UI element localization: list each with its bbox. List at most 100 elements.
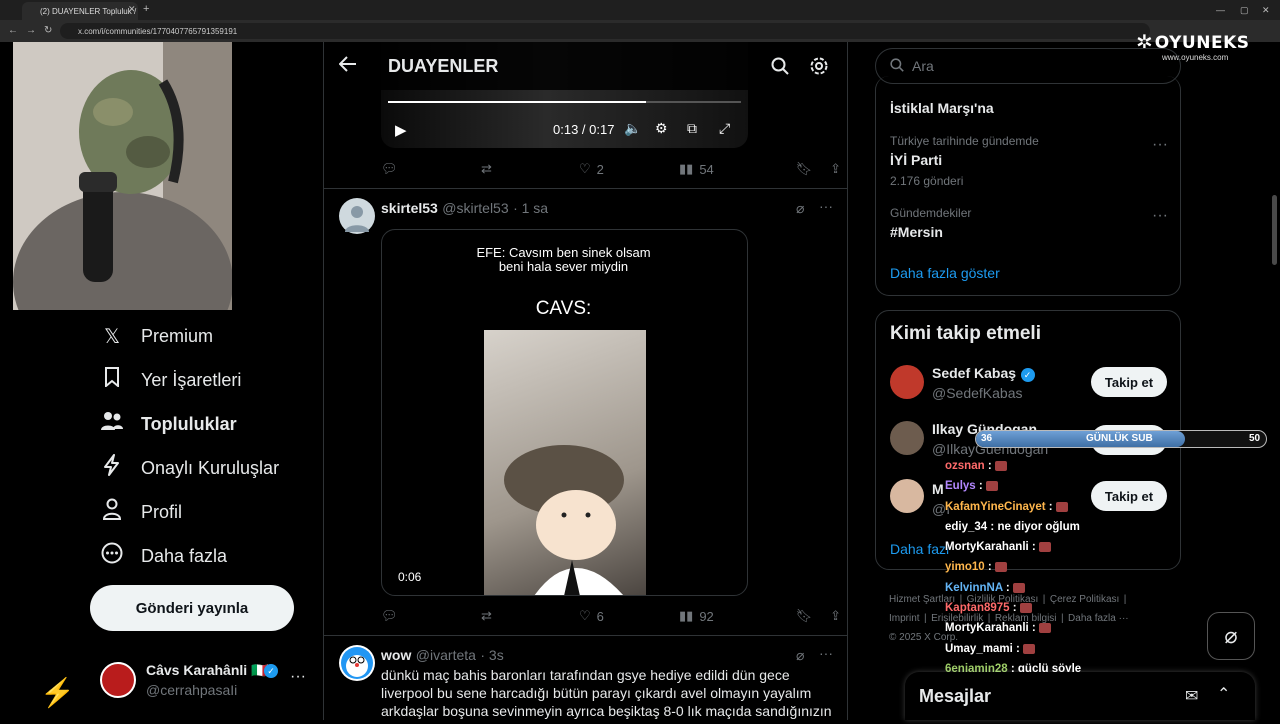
video-progress-track[interactable] [388,101,741,103]
post2-avatar[interactable] [339,198,375,234]
url-field[interactable]: x.com/i/communities/1770407765791359191 [60,23,1150,39]
trend-item[interactable]: Gündemdekiler #Mersin [890,206,971,240]
trend-item[interactable]: İstiklal Marşı'na [890,96,994,116]
nav-profile[interactable]: Profil [100,497,182,527]
user-name: M [932,481,944,497]
search-icon[interactable] [771,57,789,80]
chat-separator: : [987,520,998,533]
user-avatar[interactable] [890,479,924,513]
post2-author-handle[interactable]: @skirtel53 [442,200,508,216]
post-menu-icon[interactable]: ··· [819,198,833,214]
follow-button[interactable]: Takip et [1091,367,1167,397]
trend-menu-icon[interactable]: ··· [1152,207,1168,225]
bookmark-icon[interactable]: 🔖︎ [796,161,813,177]
grok-icon[interactable]: ⌀ [796,200,804,217]
post-menu-icon[interactable]: ··· [819,645,833,661]
post3-time[interactable]: · 3s [480,647,503,663]
browser-tab-bar [0,0,1280,20]
page-scrollbar-thumb[interactable] [1272,195,1277,265]
repost-icon: ⇄ [481,608,492,623]
user-avatar[interactable] [890,421,924,455]
chat-separator: : [1002,581,1013,594]
post2-action-bar: 💬︎ ⇄ ♡ 6 ▮▮ 92 🔖︎ ⇪ [381,608,841,624]
chat-separator: : [984,460,995,472]
account-menu-icon[interactable]: ··· [290,668,306,686]
chat-username: ediy_34 [945,520,988,533]
views-button[interactable]: ▮▮ 54 [679,161,779,177]
browser-tab[interactable]: (2) DUAYENLER Topluluk / X [22,2,138,20]
new-message-icon[interactable]: ✉ [1185,686,1198,706]
repost-icon: ⇄ [481,161,492,176]
messages-drawer[interactable]: Mesajlar ✉ ⌃ [905,672,1255,720]
grok-fab[interactable]: ⌀ [1207,612,1255,660]
video-duration: 0:06 [398,570,422,584]
trend-item[interactable]: Türkiye tarihinde gündemde İYİ Parti 2.1… [890,134,1039,188]
profile-name: Câvs Karahânli 🇮🇹 [146,662,269,678]
chat-username: MortyKarahanli [945,622,1029,635]
post3-author-handle[interactable]: @ivarteta [416,647,476,663]
show-more-link[interactable]: Daha fazla göster [890,265,1000,281]
reply-button[interactable]: 💬︎ [381,161,481,177]
nav-more[interactable]: Daha fazla [100,541,227,571]
minimize-icon[interactable]: — [1216,5,1225,15]
footer-imprint-link[interactable]: Imprint [889,613,920,624]
repost-button[interactable]: ⇄ [481,608,581,624]
fullscreen-icon[interactable]: ⤢ [719,120,730,137]
post-button[interactable]: Gönderi yayınla [90,585,294,631]
forward-icon[interactable]: → [26,25,36,36]
verified-badge-icon: ✓ [264,664,278,678]
repost-button[interactable]: ⇄ [481,161,581,177]
post2-video[interactable]: EFE: Cavsım ben sinek olsam beni hala se… [381,229,748,596]
close-tab-icon[interactable]: ✕ [128,4,136,15]
close-window-icon[interactable]: ✕ [1262,5,1270,16]
reload-icon[interactable]: ↻ [44,25,52,36]
nav-bookmarks[interactable]: Yer İşaretleri [100,365,241,395]
new-tab-icon[interactable]: + [143,3,149,15]
chat-separator: : [1028,541,1039,554]
picture-in-picture-icon[interactable]: ⧉ [687,120,697,137]
views-button[interactable]: ▮▮ 92 [679,608,779,624]
chat-emote-icon [1019,603,1032,614]
chat-message: Eulys : [945,480,1185,500]
grok-icon: ⌀ [1224,623,1238,648]
divider [324,635,847,636]
share-icon[interactable]: ⇪ [830,161,841,177]
chat-separator: : [1009,602,1020,615]
post2-time[interactable]: · 1 sa [513,200,548,216]
trend-title: İYİ Parti [890,152,943,168]
nav-communities[interactable]: Topluluklar [100,409,237,439]
trend-menu-icon[interactable]: ··· [1152,136,1168,154]
profile-avatar[interactable] [100,662,136,698]
trend-title: #Mersin [890,224,943,240]
like-button[interactable]: ♡ 2 [579,161,679,177]
expand-drawer-icon[interactable]: ⌃ [1217,684,1230,704]
chat-username: KelvinnNA [945,581,1003,594]
back-arrow-icon[interactable] [338,56,357,77]
suggested-user[interactable]: Sedef Kabaş ✓ @SedefKabas [932,365,1035,401]
grok-icon[interactable]: ⌀ [796,647,804,664]
trend-context: Gündemdekiler [890,206,972,220]
back-icon[interactable]: ← [8,25,18,36]
post3-avatar[interactable] [339,645,375,681]
post2-author-name[interactable]: skirtel53 [381,200,438,216]
nav-verified-orgs[interactable]: Onaylı Kuruluşlar [100,453,279,483]
settings-gear-icon[interactable] [809,56,829,81]
like-button[interactable]: ♡ 6 [579,608,679,624]
post3-author-name[interactable]: wow [381,647,411,663]
bookmark-icon[interactable]: 🔖︎ [796,608,813,624]
show-more-link[interactable]: Daha fazl [890,541,949,557]
nav-premium[interactable]: 𝕏 Premium [100,321,213,351]
maximize-icon[interactable]: ▢ [1240,5,1249,16]
chat-separator: : [1045,500,1056,513]
profile-handle: @cerrahpasaIi [146,682,238,698]
chat-message: ediy_34 : ne diyor oğlum [945,521,1185,541]
volume-icon[interactable]: 🔈 [624,120,641,137]
share-icon[interactable]: ⇪ [830,608,841,624]
reply-button[interactable]: 💬︎ [381,608,481,624]
verified-badge-icon: ✓ [1020,368,1035,382]
play-icon[interactable]: ▶ [395,121,407,139]
like-count: 2 [596,161,604,177]
video-settings-icon[interactable]: ⚙ [655,120,668,137]
chat-emote-icon [1012,582,1025,593]
user-avatar[interactable] [890,365,924,399]
